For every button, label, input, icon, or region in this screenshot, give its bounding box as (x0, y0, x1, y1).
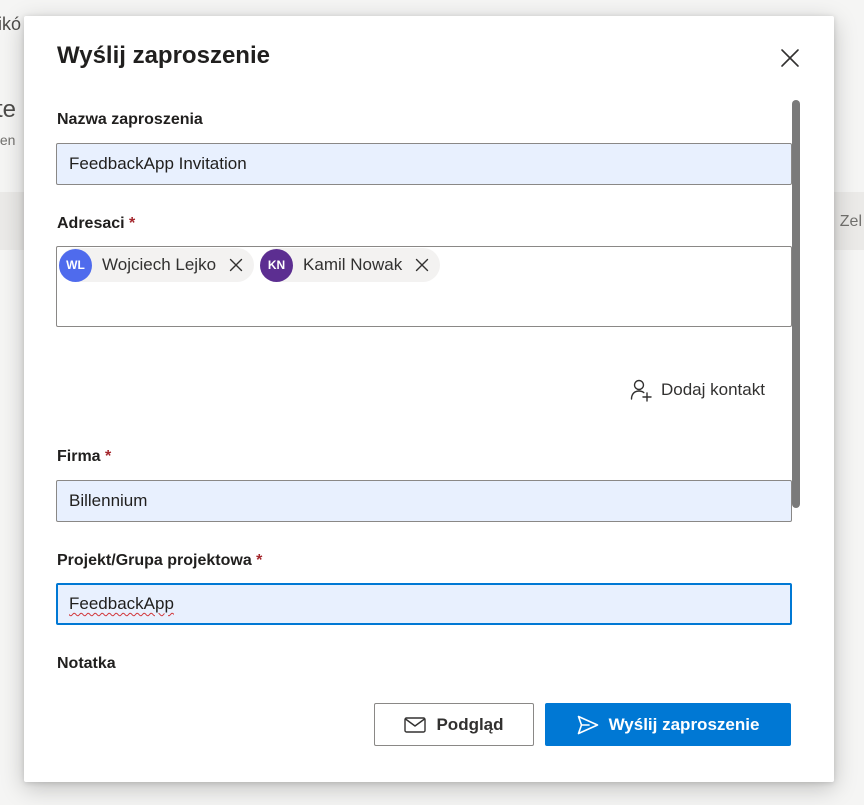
note-label: Notatka (57, 655, 116, 672)
send-invitation-dialog: Wyślij zaproszenie Nazwa zaproszenia Adr… (24, 16, 834, 782)
required-mark: * (105, 448, 112, 465)
invitation-name-label: Nazwa zaproszenia (57, 111, 203, 128)
add-contact-button[interactable]: Dodaj kontakt (629, 378, 765, 402)
project-input[interactable]: FeedbackApp (56, 583, 792, 625)
project-input-value: FeedbackApp (69, 594, 174, 613)
recipient-chip[interactable]: KN Kamil Nowak (260, 248, 441, 282)
add-contact-label: Dodaj kontakt (661, 380, 765, 399)
dialog-scrollbar[interactable] (791, 100, 801, 508)
send-icon (577, 715, 599, 735)
required-mark: * (256, 552, 263, 569)
recipients-label: Adresaci * (57, 215, 136, 232)
recipient-chips: WL Wojciech Lejko KN Kamil Nowak (59, 248, 789, 282)
close-button[interactable] (776, 44, 804, 72)
preview-button[interactable]: Podgląd (374, 703, 534, 746)
recipient-name: Kamil Nowak (303, 255, 403, 274)
add-person-icon (630, 379, 652, 402)
close-icon (229, 258, 243, 272)
remove-recipient-button[interactable] (412, 255, 432, 275)
avatar: KN (260, 248, 294, 282)
dialog-title: Wyślij zaproszenie (57, 42, 270, 69)
send-button-label: Wyślij zaproszenie (608, 714, 760, 734)
recipient-chip[interactable]: WL Wojciech Lejko (59, 248, 255, 282)
avatar: WL (59, 248, 92, 282)
preview-button-label: Podgląd (436, 714, 504, 734)
required-mark: * (129, 215, 136, 232)
scrollbar-thumb[interactable] (792, 100, 800, 508)
recipients-picker[interactable]: WL Wojciech Lejko KN Kamil Nowak (56, 246, 792, 327)
company-input[interactable] (56, 480, 792, 522)
recipient-name: Wojciech Lejko (102, 255, 217, 274)
send-invitation-button[interactable]: Wyślij zaproszenie (545, 703, 791, 746)
close-icon (416, 258, 429, 272)
company-label: Firma * (57, 448, 112, 465)
mail-icon (404, 716, 427, 733)
close-icon (781, 49, 799, 67)
remove-recipient-button[interactable] (226, 255, 246, 275)
project-label: Projekt/Grupa projektowa * (57, 552, 263, 569)
invitation-name-input[interactable] (56, 143, 792, 185)
